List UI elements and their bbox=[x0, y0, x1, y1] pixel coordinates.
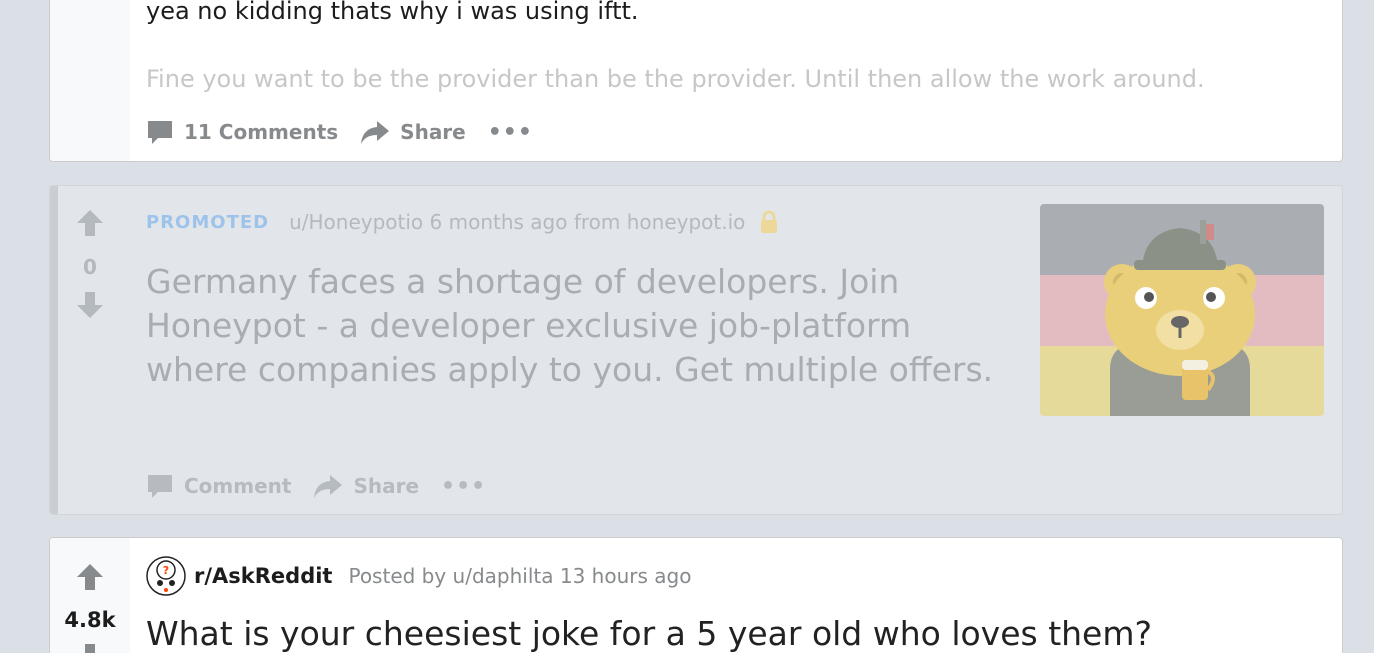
posted-by-text[interactable]: Posted by u/daphilta 13 hours ago bbox=[348, 564, 691, 588]
more-options-icon[interactable]: ••• bbox=[488, 120, 533, 145]
comment-icon bbox=[148, 121, 172, 144]
downvote-arrow-icon bbox=[77, 292, 103, 318]
promoted-post-card[interactable]: 0 PROMOTED u/Honeypotio 6 months ago fro… bbox=[49, 185, 1343, 515]
askreddit-avatar-icon[interactable]: ? bbox=[146, 556, 186, 596]
post-meta: PROMOTED u/Honeypotio 6 months ago from … bbox=[146, 210, 779, 234]
promoted-badge: PROMOTED bbox=[146, 211, 270, 233]
post-card[interactable]: 4.8k ? r/AskReddit Posted by u/daphilta … bbox=[49, 537, 1343, 653]
vote-column bbox=[50, 538, 130, 653]
post-body-text: yea no kidding thats why i was using ift… bbox=[146, 0, 639, 25]
upvote-arrow-icon bbox=[77, 564, 103, 590]
post-title[interactable]: What is your cheesiest joke for a 5 year… bbox=[146, 614, 1152, 653]
feed: yea no kidding thats why i was using ift… bbox=[0, 0, 1374, 653]
comment-label: Comment bbox=[184, 474, 292, 498]
share-button[interactable]: Share bbox=[360, 119, 466, 145]
share-label: Share bbox=[353, 474, 420, 498]
more-options-icon[interactable]: ••• bbox=[441, 474, 486, 499]
comment-button[interactable]: Comment bbox=[146, 472, 291, 500]
downvote-arrow-icon bbox=[85, 644, 95, 653]
post-body-text-faded: Fine you want to be the provider than be… bbox=[146, 65, 1205, 93]
vote-column bbox=[50, 0, 130, 161]
lock-icon bbox=[761, 210, 778, 233]
upvote-button[interactable] bbox=[50, 562, 130, 592]
post-actions: Comment Share ••• bbox=[146, 472, 508, 500]
post-meta: ? r/AskReddit Posted by u/daphilta 13 ho… bbox=[146, 556, 691, 596]
subreddit-link[interactable]: r/AskReddit bbox=[194, 564, 332, 588]
upvote-arrow-icon bbox=[77, 210, 103, 236]
post-card[interactable]: yea no kidding thats why i was using ift… bbox=[49, 0, 1343, 162]
share-icon bbox=[361, 121, 390, 144]
share-label: Share bbox=[400, 120, 466, 144]
comments-button[interactable]: 11 Comments bbox=[146, 118, 338, 146]
vote-score: 0 bbox=[83, 255, 97, 279]
comment-icon bbox=[148, 475, 172, 498]
downvote-button[interactable] bbox=[50, 290, 130, 320]
bear-germany-flag-image bbox=[1040, 204, 1324, 416]
share-button[interactable]: Share bbox=[313, 473, 419, 499]
promoted-title[interactable]: Germany faces a shortage of developers. … bbox=[146, 260, 1006, 392]
downvote-button[interactable] bbox=[50, 642, 130, 653]
upvote-button[interactable] bbox=[50, 208, 130, 238]
promoted-meta-text[interactable]: u/Honeypotio 6 months ago from honeypot.… bbox=[289, 210, 745, 234]
svg-text:?: ? bbox=[163, 564, 169, 577]
promoted-thumbnail[interactable] bbox=[1040, 204, 1324, 416]
vote-score: 4.8k bbox=[64, 608, 116, 632]
share-icon bbox=[314, 475, 343, 498]
comments-label: 11 Comments bbox=[184, 120, 339, 144]
post-actions: 11 Comments Share ••• bbox=[146, 118, 555, 146]
